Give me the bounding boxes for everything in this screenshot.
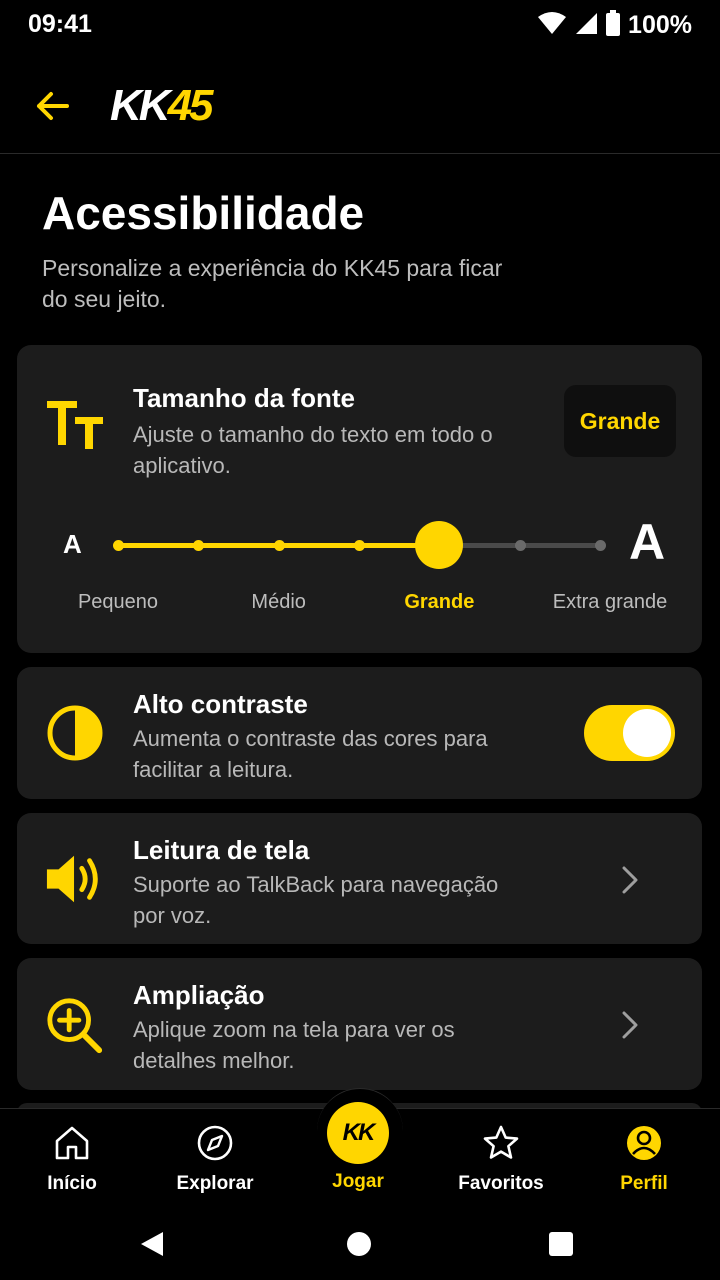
status-icons: 100% [538,10,692,41]
back-button[interactable] [28,82,76,130]
triangle-back-icon [141,1232,163,1256]
zoom-in-icon [45,996,105,1056]
contrast-icon [45,703,105,763]
compass-icon [195,1123,235,1163]
status-bar: 09:41 100% [0,0,720,52]
font-size-title: Tamanho da fonte [133,383,355,413]
screen-reader-title: Leitura de tela [133,835,310,865]
battery-percentage: 100% [628,11,692,39]
system-back-button[interactable] [132,1224,172,1264]
chevron-right-icon [618,860,642,900]
large-a-label: A [629,514,666,570]
slider-step-dot [273,540,285,551]
font-size-description: Ajuste o tamanho do texto em todo o apli… [133,422,493,478]
nav-home[interactable]: Início [0,1109,144,1205]
speaker-icon [45,849,105,909]
font-size-value-badge[interactable]: Grande [564,385,676,457]
page-subtitle: Personalize a experiência do KK45 para f… [42,255,503,312]
play-logo: KK [342,1119,376,1146]
arrow-left-icon [37,92,69,120]
nav-explore-label: Explorar [176,1173,254,1194]
nav-play-label[interactable]: Jogar [286,1171,430,1193]
high-contrast-description: Aumenta o contraste das cores para facil… [133,726,488,782]
nav-favorites-label: Favoritos [458,1173,544,1194]
chevron-right-icon [618,1005,642,1045]
battery-icon [606,10,621,41]
slider-step-dot [113,540,124,551]
magnification-card[interactable]: Ampliação Aplique zoom na tela para ver … [17,958,702,1090]
text-size-icon [45,393,105,453]
high-contrast-toggle[interactable] [584,705,675,761]
slider-thumb[interactable] [415,521,464,569]
logo-letters: KK [110,81,171,130]
nav-home-label: Início [47,1173,97,1194]
wifi-icon [538,11,567,40]
high-contrast-title: Alto contraste [133,689,308,719]
level-label-medium[interactable]: Médio [251,591,305,614]
signal-icon [574,11,598,40]
system-home-button[interactable] [339,1224,379,1264]
magnification-title: Ampliação [133,980,265,1010]
system-navigation-bar [0,1204,720,1280]
high-contrast-card[interactable]: Alto contraste Aumenta o contraste das c… [17,667,702,799]
nav-explore[interactable]: Explorar [143,1109,287,1205]
screen-reader-description: Suporte ao TalkBack para navegação por v… [133,872,499,928]
system-recents-button[interactable] [541,1224,581,1264]
app-logo: KK45 [110,81,214,130]
magnification-description: Aplique zoom na tela para ver os detalhe… [133,1017,455,1073]
app-bar: KK45 [0,52,720,154]
slider-step-dot [595,540,606,551]
status-time: 09:41 [28,10,92,38]
level-label-extra-large[interactable]: Extra grande [553,591,668,614]
font-size-card: Tamanho da fonte Ajuste o tamanho do tex… [17,345,702,653]
nav-profile[interactable]: Perfil [572,1109,716,1205]
screen-reader-card[interactable]: Leitura de tela Suporte ao TalkBack para… [17,813,702,944]
toggle-knob [623,709,671,757]
logo-number: 45 [167,81,214,130]
level-label-small[interactable]: Pequeno [78,591,158,614]
star-icon [481,1123,521,1163]
level-label-large[interactable]: Grande [404,591,474,614]
profile-icon [624,1123,664,1163]
page-title: Acessibilidade [42,187,365,239]
nav-play-button[interactable]: KK [327,1102,389,1164]
home-icon [52,1123,92,1163]
small-a-label: A [63,529,82,559]
slider-step-dot [193,540,205,551]
square-recents-icon [549,1232,573,1256]
slider-step-dot [514,540,526,551]
font-size-slider[interactable] [113,521,606,569]
circle-home-icon [347,1232,371,1256]
slider-step-dot [354,540,365,551]
nav-profile-label: Perfil [620,1173,668,1194]
nav-favorites[interactable]: Favoritos [429,1109,573,1205]
